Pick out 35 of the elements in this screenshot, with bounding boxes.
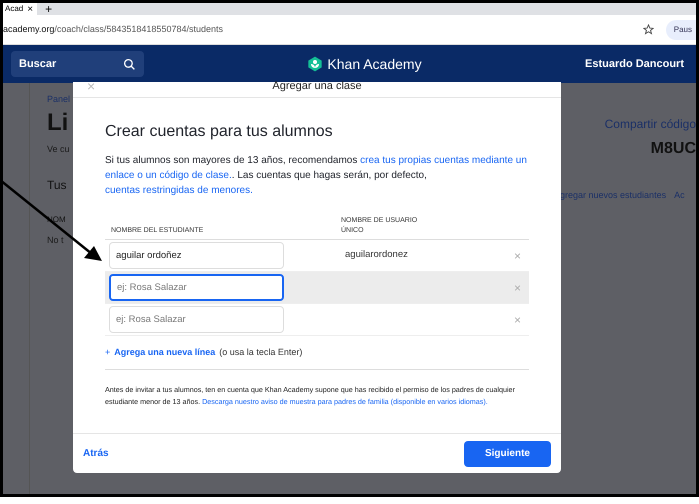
url-text[interactable]: academy.org/coach/class/5843518418550784/students [3, 22, 223, 36]
page-text: Compartir código [604, 116, 696, 133]
name-field[interactable]: aguilar ordoñez [109, 242, 284, 269]
search-icon [123, 58, 136, 70]
text-link[interactable]: menores. [211, 185, 253, 196]
search-field[interactable]: Buscar [11, 51, 144, 77]
page-text: M8UC [650, 139, 696, 159]
page-text: Panel [47, 93, 72, 106]
name-field[interactable]: ej: Rosa Salazar [109, 274, 284, 301]
intro-paragraph: Si tus alumnos son mayores de 13 años, recomendamos crea tus propias cuentas mediante un enlace o un código de clase.. Las cuentas que hagas serán, por defecto, cuentas restringidas de menores. [105, 154, 528, 198]
star-icon[interactable] [642, 24, 654, 35]
tab-label: Ac [674, 189, 685, 202]
profile-chip[interactable]: Paus [666, 20, 696, 40]
plus-sign: + [105, 346, 110, 359]
page-text: Tus [47, 177, 68, 194]
text-link[interactable]: enlace o un código de clase. [105, 170, 232, 181]
user-name[interactable]: Estuardo Dancourt [584, 56, 688, 72]
new-tab-button[interactable]: + [45, 3, 52, 15]
back-link[interactable]: Atrás [83, 446, 109, 461]
text-link[interactable]: crea tus propias cuentas mediante un [360, 155, 527, 166]
add-line-link[interactable]: Agrega una nueva línea [114, 346, 216, 360]
browser-tab[interactable]: Acad × [3, 3, 38, 15]
tab-close-icon[interactable]: × [27, 3, 34, 16]
next-button[interactable]: Siguiente [464, 440, 551, 466]
heading: Crear cuentas para tus alumnos [105, 122, 334, 142]
tab-label: gregar nuevos estudiantes [560, 189, 666, 202]
page-text: Li [47, 110, 70, 134]
page-text: No t [47, 234, 65, 247]
text-link[interactable]: cuentas restringidas de [105, 185, 208, 196]
modal-title: Agregar una clase [272, 81, 362, 92]
hint-text: (o usa la tecla Enter) [219, 346, 302, 359]
logo-text[interactable]: Khan Academy [327, 54, 422, 74]
page-text: Ve cu [47, 142, 71, 156]
logo-icon [307, 56, 324, 72]
username-text: aguilarordonez [345, 248, 408, 262]
